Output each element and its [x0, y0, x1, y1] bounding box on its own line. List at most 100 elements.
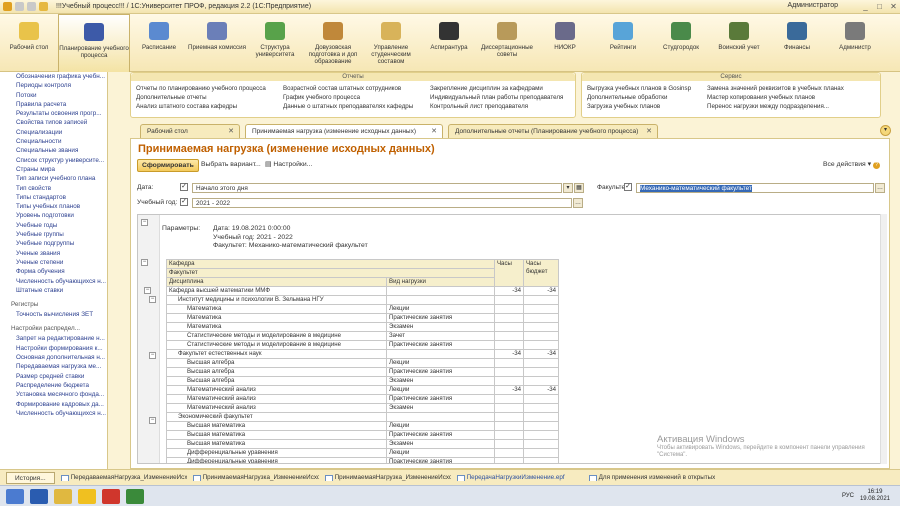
nav-item[interactable]: Ученые степени — [0, 258, 107, 267]
section-admin[interactable]: Администр — [826, 14, 884, 72]
nav-item[interactable]: Правила расчета — [0, 100, 107, 109]
nav-item[interactable]: Список структур университе... — [0, 156, 107, 165]
year-select-icon[interactable]: … — [573, 198, 583, 208]
close-tab-icon[interactable]: ✕ — [431, 125, 437, 138]
language-indicator[interactable]: РУС — [842, 493, 854, 499]
close-tab-icon[interactable]: ✕ — [228, 125, 234, 138]
nav-item[interactable]: Уровень подготовки — [0, 211, 107, 220]
start-icon[interactable] — [6, 489, 24, 504]
maximize-icon[interactable]: □ — [873, 1, 886, 13]
tab-additional-reports[interactable]: Дополнительные отчеты (Планирование учеб… — [448, 124, 658, 138]
nav-item[interactable]: Типы стандартов — [0, 193, 107, 202]
command-link[interactable]: График учебного процесса — [283, 93, 413, 102]
open-document-tab[interactable]: Для применения изменений в открытых окна… — [588, 474, 715, 481]
nav-item[interactable]: Основная дополнительная н... — [0, 353, 107, 362]
collapse-group-icon[interactable]: − — [144, 287, 151, 294]
command-link[interactable]: Возрастной состав штатных сотрудников — [283, 84, 413, 93]
section-students[interactable]: Управление студенческим составом — [362, 14, 420, 72]
nav-item[interactable]: Тип свойств — [0, 184, 107, 193]
collapse-group-icon[interactable]: − — [149, 352, 156, 360]
command-link[interactable]: Закрепление дисциплин за кафедрами — [430, 84, 563, 93]
nav-item[interactable]: Установка месячного фонда... — [0, 390, 107, 399]
nav-item[interactable]: Типы учебных планов — [0, 202, 107, 211]
section-finance[interactable]: Финансы — [768, 14, 826, 72]
date-field[interactable]: Начало этого дня — [192, 183, 562, 193]
1c-configurator-icon[interactable] — [102, 489, 120, 504]
nav-item[interactable]: Специальности — [0, 137, 107, 146]
command-link[interactable]: Дополнительные отчеты — [136, 93, 266, 102]
minimize-icon[interactable]: _ — [859, 1, 872, 13]
section-calendar[interactable]: Расписание — [130, 14, 188, 72]
section-graduation-cap[interactable]: Аспирантура — [420, 14, 478, 72]
nav-item[interactable]: Численность обучающихся н... — [0, 277, 107, 286]
tabs-menu-icon[interactable]: ▾ — [880, 125, 891, 136]
nav-item[interactable]: Настройки формирования к... — [0, 344, 107, 353]
section-id-card[interactable]: Приемная комиссия — [188, 14, 246, 72]
user-name[interactable]: Администратор — [787, 2, 838, 9]
history-button[interactable]: История... — [6, 471, 55, 484]
command-link[interactable]: Индивидуальный план работы преподавателя — [430, 93, 563, 102]
explorer-icon[interactable] — [54, 489, 72, 504]
section-structure[interactable]: Структура университета — [246, 14, 304, 72]
command-link[interactable]: Мастер копирования учебных планов — [707, 93, 844, 102]
collapse-group-icon[interactable]: − — [149, 296, 156, 304]
nav-item[interactable]: Страны мира — [0, 165, 107, 174]
section-books[interactable]: Довузовская подготовка и доп образование — [304, 14, 362, 72]
section-rating[interactable]: Рейтинги — [594, 14, 652, 72]
settings-button[interactable]: ▤ Настройки... — [261, 159, 316, 172]
nav-item[interactable]: Точность вычисления ЗЕТ — [0, 310, 107, 319]
tab-incoming-load[interactable]: Принимаемая нагрузка (изменение исходных… — [245, 124, 443, 138]
faculty-checkbox[interactable]: ✓ — [624, 183, 632, 191]
close-tab-icon[interactable]: ✕ — [646, 125, 652, 138]
nav-item[interactable]: Учебные подгруппы — [0, 239, 107, 248]
generate-button[interactable]: Сформировать — [137, 159, 199, 172]
nav-item[interactable]: Передаваемая нагрузка ме... — [0, 362, 107, 371]
open-document-tab[interactable]: ПередаваемаяНагрузка_ИзменениеИсходныхД.… — [60, 474, 187, 481]
nav-item[interactable]: Свойства типов записей — [0, 118, 107, 127]
powershell-icon[interactable] — [30, 489, 48, 504]
nav-item[interactable]: Штатные ставки — [0, 286, 107, 295]
nav-item[interactable]: Форма обучения — [0, 267, 107, 276]
collapse-group-icon[interactable]: − — [141, 259, 148, 266]
nav-item[interactable]: Периоды контроля — [0, 81, 107, 90]
close-icon[interactable]: ✕ — [887, 1, 900, 13]
section-diploma[interactable]: Диссертационные советы — [478, 14, 536, 72]
year-field[interactable]: 2021 - 2022 — [192, 198, 572, 208]
back-icon[interactable] — [15, 2, 24, 11]
section-soldier[interactable]: Воинский учет — [710, 14, 768, 72]
date-checkbox[interactable]: ✓ — [180, 183, 188, 191]
collapse-group-icon[interactable]: − — [149, 417, 156, 425]
faculty-field[interactable]: Механико-математический факультет — [636, 183, 874, 193]
calendar-icon[interactable]: ▦ — [574, 183, 584, 193]
nav-item[interactable]: Учебные годы — [0, 221, 107, 230]
choose-variant-button[interactable]: Выбрать вариант... — [197, 159, 265, 172]
date-select-icon[interactable]: ▾ — [563, 183, 573, 193]
help-icon[interactable]: ? — [872, 162, 880, 169]
home-icon[interactable] — [39, 2, 48, 11]
nav-item[interactable]: Потоки — [0, 91, 107, 100]
open-document-tab[interactable]: ПередачаНагрузкиИзменение.epf — [456, 474, 583, 481]
tab-desktop[interactable]: Рабочий стол ✕ — [140, 124, 240, 138]
command-link[interactable]: Дополнительные обработки — [587, 93, 691, 102]
nav-item[interactable]: Формирование кадровых да... — [0, 400, 107, 409]
section-microscope[interactable]: НИОКР — [536, 14, 594, 72]
nav-item[interactable]: Обозначения графика учебн... — [0, 72, 107, 81]
command-link[interactable]: Отчеты по планированию учебного процесса — [136, 84, 266, 93]
command-link[interactable]: Данные о штатных преподавателях кафедры — [283, 102, 413, 111]
nav-item[interactable]: Ученые звания — [0, 249, 107, 258]
app-icon[interactable] — [126, 489, 144, 504]
1c-app-icon[interactable] — [78, 489, 96, 504]
forward-icon[interactable] — [27, 2, 36, 11]
nav-item[interactable]: Запрет на редактирование н... — [0, 334, 107, 343]
nav-item[interactable]: Специальные звания — [0, 146, 107, 155]
collapse-group-icon[interactable]: − — [141, 219, 148, 226]
nav-item[interactable]: Специализации — [0, 128, 107, 137]
nav-item[interactable]: Распределение бюджета — [0, 381, 107, 390]
command-link[interactable]: Перенос нагрузки между подразделения... — [707, 102, 844, 111]
faculty-select-icon[interactable]: … — [875, 183, 885, 193]
open-document-tab[interactable]: ПринимаемаяНагрузка_ИзменениеИсходныхДа.… — [324, 474, 451, 481]
nav-item[interactable]: Численность обучающихся н... — [0, 409, 107, 418]
command-link[interactable]: Анализ штатного состава кафедры — [136, 102, 266, 111]
nav-item[interactable]: Размер средней ставки — [0, 372, 107, 381]
report-scrollbar[interactable] — [880, 214, 887, 464]
